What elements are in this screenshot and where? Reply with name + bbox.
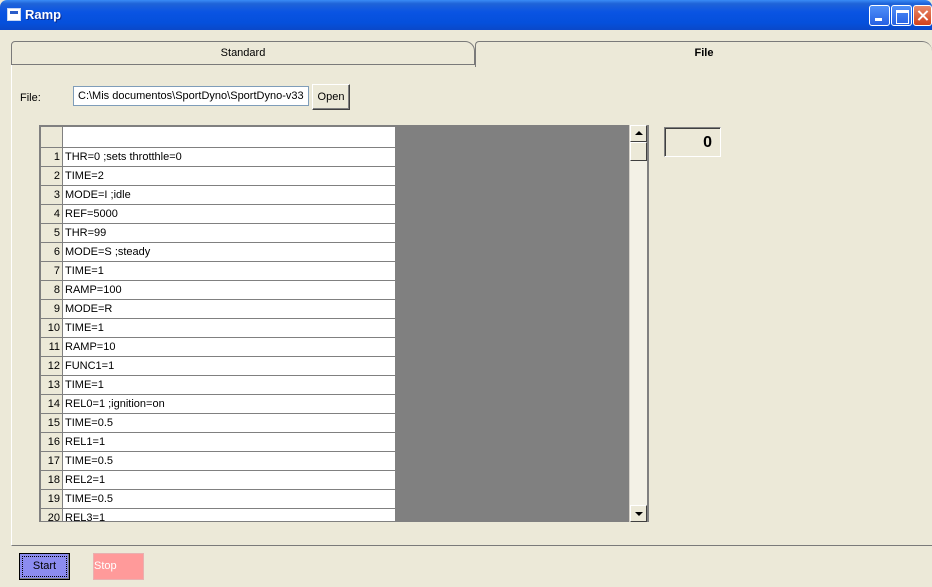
row-command[interactable]: TIME=1 <box>62 261 396 281</box>
grid-row[interactable]: 12 FUNC1=1 <box>40 356 396 376</box>
grid-row[interactable]: 17 TIME=0.5 <box>40 451 396 471</box>
row-command[interactable]: TIME=2 <box>62 166 396 186</box>
maximize-button[interactable] <box>891 5 912 26</box>
minimize-button[interactable] <box>869 5 890 26</box>
row-number: 8 <box>40 280 63 300</box>
title-bar: Ramp <box>0 0 932 30</box>
script-table: 1 THR=0 ;sets throtthle=0 2 TIME=2 3 MODE=I ;… <box>40 126 396 521</box>
row-number: 15 <box>40 413 63 433</box>
vertical-scrollbar[interactable] <box>629 125 647 522</box>
row-command[interactable]: TIME=1 <box>62 375 396 395</box>
row-number: 6 <box>40 242 63 262</box>
row-number: 19 <box>40 489 63 509</box>
grid-row[interactable]: 8 RAMP=100 <box>40 280 396 300</box>
row-number: 9 <box>40 299 63 319</box>
row-command[interactable]: TIME=0.5 <box>62 413 396 433</box>
grid-row[interactable]: 20 REL3=1 <box>40 508 396 521</box>
down-arrow-icon <box>635 512 643 516</box>
step-counter: 0 <box>664 127 721 157</box>
grid-row[interactable]: 3 MODE=I ;idle <box>40 185 396 205</box>
file-path-field[interactable]: C:\Mis documentos\SportDyno\SportDyno-v3… <box>73 86 309 106</box>
row-number: 18 <box>40 470 63 490</box>
scroll-down-button[interactable] <box>630 505 647 522</box>
row-number: 16 <box>40 432 63 452</box>
grid-row[interactable]: 11 RAMP=10 <box>40 337 396 357</box>
row-command[interactable]: TIME=0.5 <box>62 489 396 509</box>
grid-row[interactable]: 9 MODE=R <box>40 299 396 319</box>
stop-button[interactable]: Stop <box>93 553 144 580</box>
row-command[interactable]: MODE=I ;idle <box>62 185 396 205</box>
row-command[interactable]: RAMP=10 <box>62 337 396 357</box>
row-command[interactable]: REL3=1 <box>62 508 396 521</box>
scroll-up-button[interactable] <box>630 125 647 142</box>
row-number: 13 <box>40 375 63 395</box>
grid-corner-cell <box>40 126 63 148</box>
row-number: 17 <box>40 451 63 471</box>
row-command[interactable]: TIME=0.5 <box>62 451 396 471</box>
row-command[interactable]: REL0=1 ;ignition=on <box>62 394 396 414</box>
row-number: 11 <box>40 337 63 357</box>
row-number: 12 <box>40 356 63 376</box>
row-command[interactable]: REF=5000 <box>62 204 396 224</box>
row-number: 2 <box>40 166 63 186</box>
grid-row[interactable]: 18 REL2=1 <box>40 470 396 490</box>
grid-row[interactable]: 10 TIME=1 <box>40 318 396 338</box>
grid-row[interactable]: 19 TIME=0.5 <box>40 489 396 509</box>
row-number: 3 <box>40 185 63 205</box>
window-title: Ramp <box>25 7 62 22</box>
tab-standard[interactable]: Standard <box>11 41 475 65</box>
tab-file[interactable]: File <box>475 41 932 67</box>
row-command[interactable]: TIME=1 <box>62 318 396 338</box>
app-icon <box>7 8 21 21</box>
grid-row[interactable]: 14 REL0=1 ;ignition=on <box>40 394 396 414</box>
start-button[interactable]: Start <box>19 553 70 580</box>
grid-row[interactable]: 4 REF=5000 <box>40 204 396 224</box>
grid-row[interactable]: 6 MODE=S ;steady <box>40 242 396 262</box>
grid-row[interactable]: 15 TIME=0.5 <box>40 413 396 433</box>
grid-header-row <box>40 126 396 148</box>
scroll-thumb[interactable] <box>630 142 647 161</box>
row-command[interactable]: REL2=1 <box>62 470 396 490</box>
grid-row[interactable]: 5 THR=99 <box>40 223 396 243</box>
row-number: 20 <box>40 508 63 521</box>
grid-header-cell <box>62 126 396 148</box>
row-command[interactable]: MODE=S ;steady <box>62 242 396 262</box>
row-number: 4 <box>40 204 63 224</box>
row-number: 5 <box>40 223 63 243</box>
grid-row[interactable]: 2 TIME=2 <box>40 166 396 186</box>
close-button[interactable] <box>913 5 932 26</box>
row-command[interactable]: MODE=R <box>62 299 396 319</box>
row-command[interactable]: THR=99 <box>62 223 396 243</box>
row-number: 7 <box>40 261 63 281</box>
row-command[interactable]: REL1=1 <box>62 432 396 452</box>
grid-row[interactable]: 16 REL1=1 <box>40 432 396 452</box>
row-number: 14 <box>40 394 63 414</box>
file-label: File: <box>20 92 41 104</box>
open-button[interactable]: Open <box>312 84 350 110</box>
row-command[interactable]: FUNC1=1 <box>62 356 396 376</box>
row-number: 1 <box>40 147 63 167</box>
row-command[interactable]: THR=0 ;sets throtthle=0 <box>62 147 396 167</box>
row-command[interactable]: RAMP=100 <box>62 280 396 300</box>
grid-row[interactable]: 1 THR=0 ;sets throtthle=0 <box>40 147 396 167</box>
grid-row[interactable]: 7 TIME=1 <box>40 261 396 281</box>
script-grid[interactable]: 1 THR=0 ;sets throtthle=0 2 TIME=2 3 MODE=I ;… <box>39 125 649 522</box>
grid-row[interactable]: 13 TIME=1 <box>40 375 396 395</box>
row-number: 10 <box>40 318 63 338</box>
up-arrow-icon <box>635 131 643 135</box>
